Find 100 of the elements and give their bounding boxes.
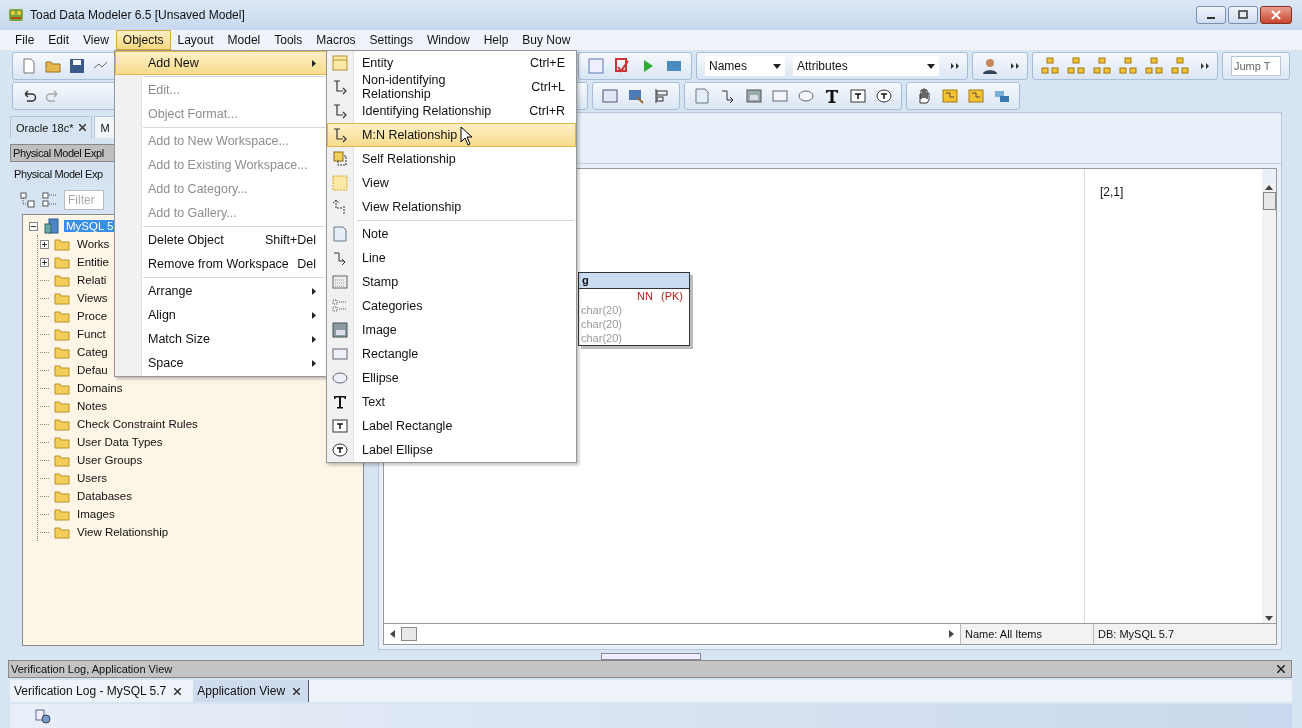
close-icon[interactable] — [79, 124, 87, 131]
menu-item[interactable]: Remove from Workspace Del — [115, 252, 327, 276]
overflow-chevron-icon[interactable] — [951, 63, 959, 69]
menu-item[interactable]: Ellipse — [327, 366, 576, 390]
tree-item[interactable]: Notes — [75, 400, 110, 412]
menu-item[interactable]: Layout — [170, 30, 221, 50]
menu-item[interactable]: Macros — [309, 30, 363, 50]
scroll-left-icon[interactable] — [390, 630, 395, 638]
scroll-thumb[interactable] — [1262, 192, 1276, 210]
tree-item[interactable]: Databases — [75, 490, 134, 502]
paint-icon[interactable] — [627, 87, 645, 105]
tree-item[interactable]: View Relationship — [75, 526, 171, 538]
ellipse-icon[interactable] — [797, 87, 815, 105]
shape-icon[interactable] — [601, 87, 619, 105]
jump-field[interactable]: Jump T — [1231, 56, 1281, 76]
menu-item[interactable]: Delete Object Shift+Del — [115, 228, 327, 252]
tree-item[interactable]: Domains — [75, 382, 125, 394]
menu-item[interactable]: Text — [327, 390, 576, 414]
tree-item[interactable]: Relati — [75, 274, 109, 286]
expand-icon[interactable] — [40, 257, 49, 267]
align-icon[interactable] — [653, 87, 671, 105]
diagram-layout-icon[interactable] — [1067, 57, 1085, 75]
tree-item[interactable]: Works — [75, 238, 112, 250]
menu-item[interactable]: Edit — [41, 30, 77, 50]
vertical-scrollbar[interactable] — [1262, 183, 1276, 623]
diagram-layout-icon[interactable] — [1171, 57, 1189, 75]
menu-item[interactable]: Arrange — [115, 279, 327, 303]
menu-item[interactable]: M:N Relationship — [327, 123, 576, 147]
menu-item[interactable]: Settings — [362, 30, 420, 50]
image-icon[interactable] — [745, 87, 763, 105]
text-tool-icon[interactable] — [823, 87, 841, 105]
panel-tab[interactable]: Application View — [193, 680, 310, 702]
label-rectangle-icon[interactable] — [849, 87, 867, 105]
folder-diagram-icon[interactable] — [941, 87, 959, 105]
menu-item[interactable]: Buy Now — [515, 30, 578, 50]
user-icon[interactable] — [981, 57, 999, 75]
expand-tree-icon[interactable] — [42, 192, 58, 208]
detail-combo[interactable]: Attributes — [793, 56, 939, 76]
entity-box[interactable]: g NN (PK) char(20) char(20) char(20) — [578, 272, 690, 346]
tree-item[interactable]: Check Constraint Rules — [75, 418, 200, 430]
menu-item[interactable]: Non-identifying Relationship Ctrl+L — [327, 75, 576, 99]
document-tab[interactable]: M — [94, 116, 116, 138]
undo-icon[interactable] — [21, 88, 37, 104]
maximize-button[interactable] — [1228, 6, 1258, 24]
diagram-layout-icon[interactable] — [1119, 57, 1137, 75]
scroll-up-icon[interactable] — [1265, 185, 1273, 190]
menu-item[interactable]: Align — [115, 303, 327, 327]
tree-item[interactable]: Funct — [75, 328, 108, 340]
expand-icon[interactable] — [40, 239, 49, 249]
menu-item[interactable]: View — [327, 171, 576, 195]
minimize-button[interactable] — [1196, 6, 1226, 24]
menu-item[interactable]: File — [8, 30, 42, 50]
close-icon[interactable] — [1277, 665, 1285, 673]
label-ellipse-icon[interactable] — [875, 87, 893, 105]
menu-item[interactable]: Label Rectangle — [327, 414, 576, 438]
open-folder-icon[interactable] — [45, 58, 61, 74]
overflow-chevron-icon[interactable] — [1011, 63, 1019, 69]
menu-item[interactable]: Model — [220, 30, 268, 50]
tree-item[interactable]: Views — [75, 292, 110, 304]
collapse-tree-icon[interactable] — [20, 192, 36, 208]
menu-item[interactable]: View — [76, 30, 116, 50]
folder-diagram-icon[interactable] — [967, 87, 985, 105]
menu-item[interactable]: Entity Ctrl+E — [327, 51, 576, 75]
menu-item[interactable]: Label Ellipse — [327, 438, 576, 462]
menu-item[interactable]: Self Relationship — [327, 147, 576, 171]
tree-item[interactable]: Categ — [75, 346, 110, 358]
menu-item[interactable]: Help — [476, 30, 516, 50]
tree-item[interactable]: Users — [75, 472, 110, 484]
diagram-layout-icon[interactable] — [1145, 57, 1163, 75]
menu-item[interactable]: View Relationship — [327, 195, 576, 219]
menu-item[interactable]: Match Size — [115, 327, 327, 351]
close-icon[interactable] — [174, 687, 182, 695]
view-combo[interactable]: Names — [705, 56, 785, 76]
menu-item[interactable]: Note — [327, 222, 576, 246]
close-button[interactable] — [1260, 6, 1292, 24]
menu-item[interactable]: Window — [419, 30, 477, 50]
menu-item[interactable]: Categories — [327, 294, 576, 318]
menu-item[interactable]: Space — [115, 351, 327, 375]
tree-item[interactable]: Proce — [75, 310, 110, 322]
diagram-layout-icon[interactable] — [1093, 57, 1111, 75]
scroll-thumb[interactable] — [401, 627, 417, 641]
tree-item[interactable]: User Data Types — [75, 436, 165, 448]
new-file-icon[interactable] — [21, 58, 37, 74]
settings-icon[interactable] — [34, 708, 52, 724]
tree-item[interactable]: Images — [75, 508, 117, 520]
menu-item[interactable]: Image — [327, 318, 576, 342]
document-tab[interactable]: Oracle 18c* — [10, 116, 93, 138]
checklist-icon[interactable] — [613, 57, 631, 75]
panel-tab[interactable]: Verification Log - MySQL 5.7 — [10, 680, 190, 702]
close-icon[interactable] — [293, 687, 301, 695]
horizontal-scrollbar[interactable] — [384, 624, 960, 644]
tree-item[interactable]: User Groups — [75, 454, 145, 466]
menu-item[interactable]: Tools — [267, 30, 310, 50]
scroll-right-icon[interactable] — [949, 630, 954, 638]
menu-item[interactable]: Line — [327, 246, 576, 270]
menu-item[interactable]: Objects — [115, 30, 171, 50]
save-icon[interactable] — [69, 58, 85, 74]
tree-item[interactable]: Defau — [75, 364, 110, 376]
menu-item[interactable]: Stamp — [327, 270, 576, 294]
tree-item[interactable]: Entitie — [75, 256, 111, 268]
